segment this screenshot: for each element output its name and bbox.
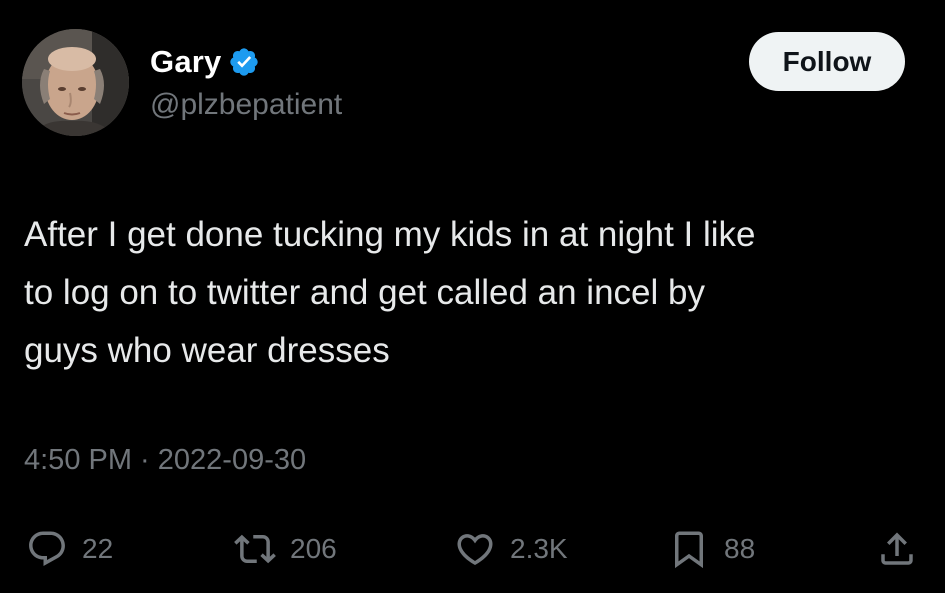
tweet-text: After I get done tucking my kids in at n… bbox=[24, 215, 756, 370]
author-name-row: Gary bbox=[150, 42, 260, 82]
action-bar: 22 206 2.3K 88 bbox=[0, 522, 945, 576]
heart-icon bbox=[454, 528, 496, 570]
retweet-count: 206 bbox=[290, 533, 337, 564]
follow-button[interactable]: Follow bbox=[749, 32, 905, 91]
retweet-button[interactable]: 206 bbox=[234, 522, 337, 576]
share-icon bbox=[876, 528, 918, 570]
avatar[interactable] bbox=[22, 29, 129, 136]
reply-button[interactable]: 22 bbox=[26, 522, 113, 576]
verified-badge-icon bbox=[228, 46, 260, 78]
reply-icon bbox=[26, 528, 68, 570]
retweet-icon bbox=[234, 528, 276, 570]
like-count: 2.3K bbox=[510, 533, 568, 564]
author-display-name[interactable]: Gary bbox=[150, 44, 221, 80]
tweet-timestamp[interactable]: 4:50 PM · 2022-09-30 bbox=[24, 444, 306, 477]
bookmark-icon bbox=[668, 528, 710, 570]
bookmark-count: 88 bbox=[724, 533, 756, 564]
reply-count: 22 bbox=[82, 533, 114, 564]
like-button[interactable]: 2.3K bbox=[454, 522, 568, 576]
avatar-image bbox=[22, 29, 129, 136]
tweet-card: Gary @plzbepatient Follow After I get do… bbox=[0, 0, 945, 593]
author-handle[interactable]: @plzbepatient bbox=[150, 88, 342, 122]
share-button[interactable] bbox=[876, 522, 918, 576]
bookmark-button[interactable]: 88 bbox=[668, 522, 755, 576]
